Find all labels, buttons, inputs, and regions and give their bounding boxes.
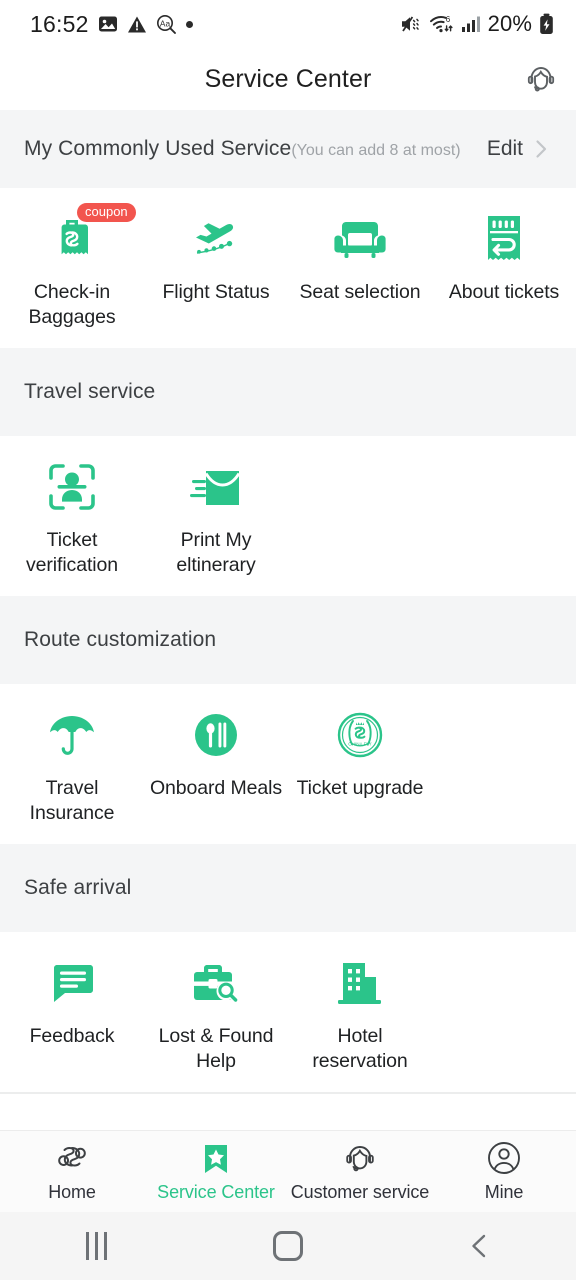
service-item-about-tickets[interactable]: About tickets [432,210,576,305]
headset-icon[interactable] [524,62,558,96]
tab-label: Mine [484,1182,524,1202]
service-item-print-my-eitinerary[interactable]: Print My eltinerary [144,458,288,578]
edit-button[interactable]: Edit [487,137,552,161]
service-item-label: About tickets [448,281,560,303]
service-item-label: Seat selection [299,281,421,303]
status-bar-right: 6 20% [400,11,554,37]
section-header-route-customization: Route customization [0,596,576,684]
battery-percent: 20% [487,11,532,36]
phone-screen: 16:52 Aa 6 20% Service Center My Commonl… [0,0,576,1280]
main-content: My Commonly Used Service (You can add 8 … [0,110,576,1130]
tab-label: Service Center [157,1182,275,1202]
bottom-divider [0,1092,576,1094]
service-item-flight-status[interactable]: Flight Status [144,210,288,305]
chevron-right-icon [530,138,552,160]
section-title: Travel service [24,380,156,403]
buildings-icon [335,954,385,1012]
cellular-signal-icon [461,15,481,33]
service-item-label: Flight Status [162,281,270,303]
service-item-seat-selection[interactable]: Seat selection [288,210,432,305]
app-bar: Service Center [0,48,576,110]
service-item-feedback[interactable]: Feedback [0,954,144,1049]
tab-service-center[interactable]: Service Center [144,1140,288,1203]
service-item-hotel-reservation[interactable]: Hotel reservation [288,954,432,1074]
recents-icon[interactable] [85,1232,107,1260]
commonly-used-title-group: My Commonly Used Service (You can add 8 … [24,137,461,161]
text-search-icon: Aa [156,14,177,35]
tab-label: Customer service [290,1182,430,1202]
briefcase-search-icon [189,954,243,1012]
warning-triangle-icon [127,15,147,34]
svg-text:6: 6 [445,15,450,24]
commonly-used-hint: (You can add 8 at most) [291,142,461,159]
section-grid-route-customization: Travel Insurance Onboard Meals CHINA FLY… [0,684,576,844]
section-grid-safe-arrival: Feedback Lost & Found Help Hotel reserva… [0,932,576,1092]
wifi-6-icon: 6 [429,14,454,34]
service-item-lost-and-found-help[interactable]: Lost & Found Help [144,954,288,1074]
service-item-label: Ticket upgrade [296,777,424,799]
commonly-used-grid: coupon Check-in Baggages Flight Status S… [0,188,576,348]
service-item-onboard-meals[interactable]: Onboard Meals [144,706,288,801]
envelope-icon [189,458,243,516]
headset-icon [342,1140,378,1176]
tab-label: Home [48,1182,96,1202]
status-bar: 16:52 Aa 6 20% [0,0,576,48]
bookmark-star-icon [199,1140,233,1176]
svg-text:CHINA FLY: CHINA FLY [348,741,371,746]
system-navigation-bar [0,1212,576,1280]
service-item-label: Hotel reservation [312,1025,408,1072]
armchair-icon [333,210,387,268]
photo-icon [98,14,118,34]
service-item-ticket-upgrade[interactable]: CHINA FLY Ticket upgrade [288,706,432,801]
status-time: 16:52 [30,10,89,37]
status-bar-left: 16:52 Aa [30,11,193,38]
service-item-label: Check-in Baggages [28,281,116,328]
service-item-label: Travel Insurance [29,777,115,824]
tab-home[interactable]: Home [0,1140,144,1203]
suitcase-icon: coupon [47,203,136,268]
mute-icon [400,14,422,34]
service-item-label: Print My eltinerary [176,529,256,576]
user-circle-icon [486,1140,522,1176]
dot-indicator [185,20,193,28]
section-header-safe-arrival: Safe arrival [0,844,576,932]
spiral-logo-icon [53,1140,91,1176]
bottom-tab-bar: Home Service Center Customer service Min… [0,1130,576,1212]
section-title: Route customization [24,628,217,651]
svg-text:Aa: Aa [159,18,170,28]
back-icon[interactable] [465,1231,495,1261]
battery-charging-icon [539,13,554,35]
commonly-used-header: My Commonly Used Service (You can add 8 … [0,110,576,188]
airline-emblem-icon: CHINA FLY [335,706,385,764]
home-icon[interactable] [273,1231,303,1261]
service-item-label: Ticket verification [25,529,118,576]
service-item-label: Lost & Found Help [158,1025,274,1072]
section-header-travel-service: Travel service [0,348,576,436]
chat-bubble-icon [46,954,98,1012]
service-item-travel-insurance[interactable]: Travel Insurance [0,706,144,826]
umbrella-icon [46,706,98,764]
tab-mine[interactable]: Mine [432,1140,576,1203]
face-scan-icon [46,458,98,516]
service-item-label: Feedback [29,1025,115,1047]
commonly-used-title: My Commonly Used Service [24,137,292,160]
coupon-badge: coupon [77,203,136,222]
page-title: Service Center [204,64,372,93]
section-grid-travel-service: Ticket verification Print My eltinerary [0,436,576,596]
section-title: Safe arrival [24,876,132,899]
airplane-departure-icon [187,210,245,268]
ticket-receipt-icon [482,210,526,268]
service-item-label: Onboard Meals [149,777,283,799]
service-item-check-in-baggages[interactable]: coupon Check-in Baggages [0,203,144,330]
cutlery-circle-icon [191,706,241,764]
edit-label: Edit [486,137,523,160]
tab-customer-service[interactable]: Customer service [288,1140,432,1203]
service-item-ticket-verification[interactable]: Ticket verification [0,458,144,578]
